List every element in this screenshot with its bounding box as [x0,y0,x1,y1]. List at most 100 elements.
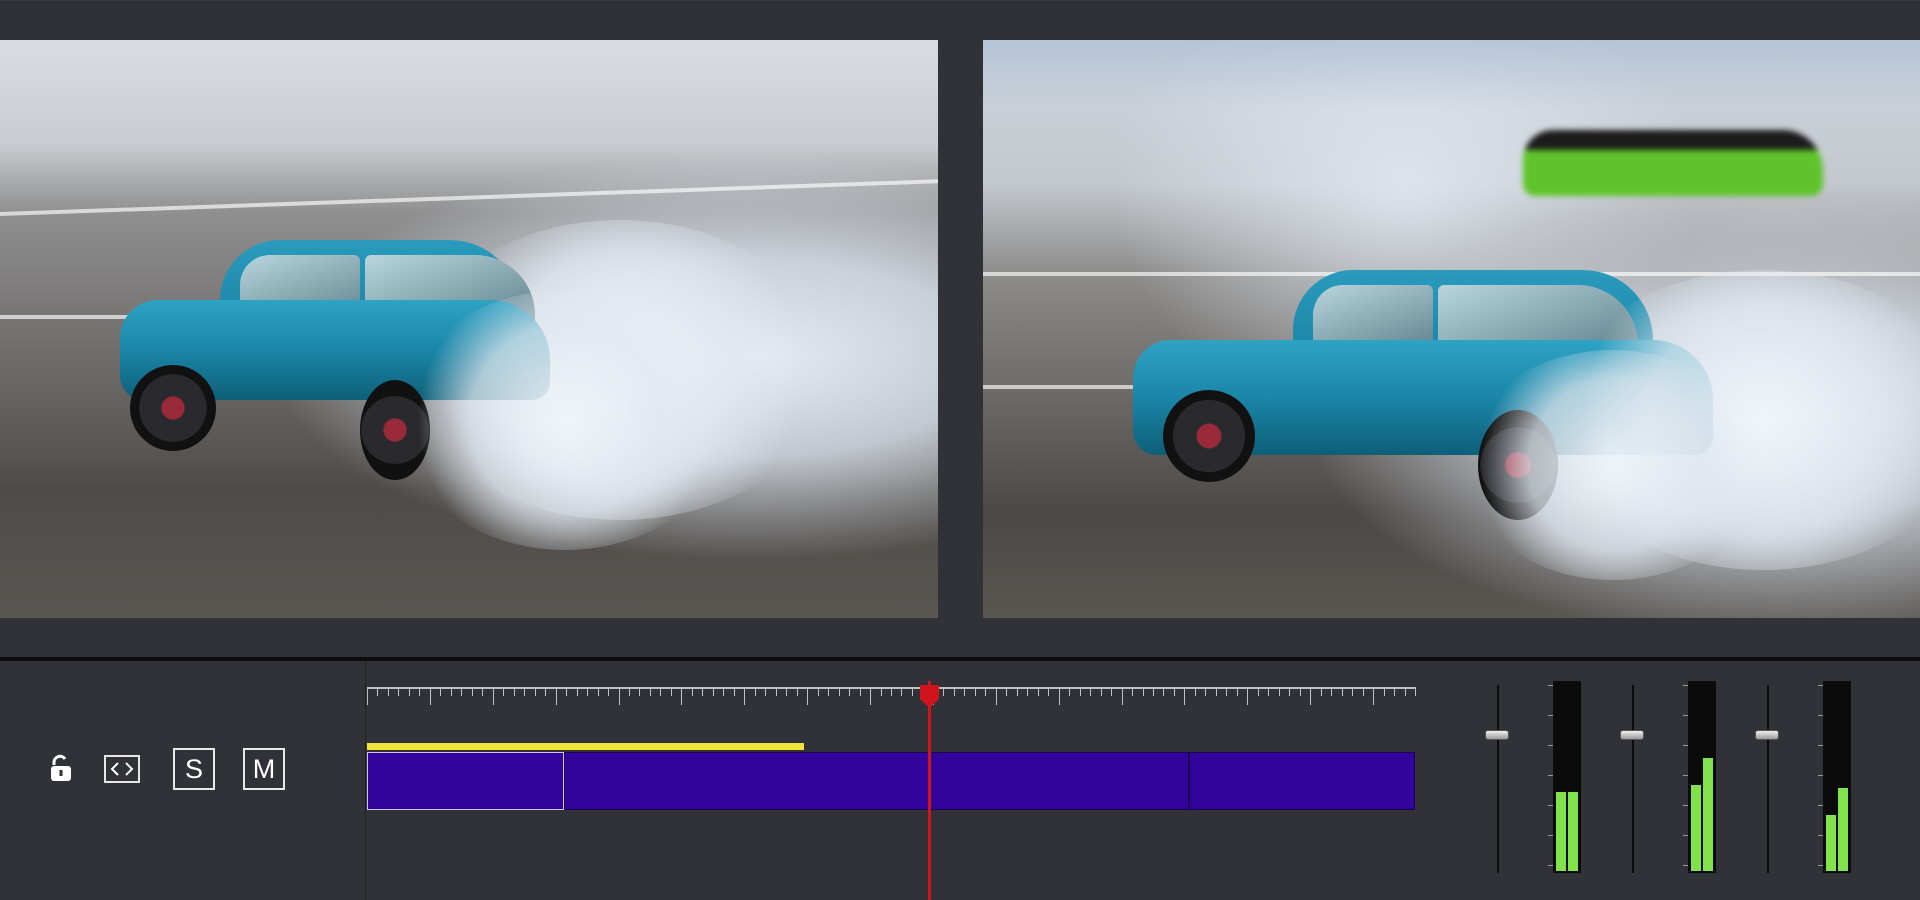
meter-scale-tick [1683,715,1688,716]
fader-track[interactable] [1767,685,1769,873]
ruler-tick [1195,687,1196,696]
ruler-tick [1143,687,1144,696]
ruler-tick [1080,687,1081,696]
ruler-tick [1226,687,1227,696]
fader-track[interactable] [1632,685,1634,873]
ruler-tick [1331,687,1332,696]
ruler-tick [545,687,546,696]
ruler-tick [1038,687,1039,696]
ruler-tick [660,687,661,696]
ruler-tick [514,687,515,696]
ruler-tick [398,687,399,696]
meter-scale-tick [1818,805,1823,806]
background-car-image [1523,130,1823,196]
ruler-tick [472,687,473,696]
meter-level-bar [1703,758,1713,871]
playhead-line[interactable] [928,681,931,900]
volume-fader-knob[interactable] [1485,730,1509,740]
ruler-tick [1405,687,1406,696]
ruler-tick [482,687,483,696]
ruler-tick [681,687,682,705]
ruler-tick [503,687,504,696]
ruler-tick [650,687,651,696]
ruler-tick [964,687,965,696]
meter-scale-tick [1683,835,1688,836]
ruler-tick [1258,687,1259,696]
meter-scale-tick [1548,835,1553,836]
ruler-tick [765,687,766,696]
ruler-tick [818,687,819,696]
ruler-tick [1247,687,1248,705]
ruler-tick [807,687,808,705]
ruler-tick [461,687,462,696]
ruler-tick [1017,687,1018,696]
ruler-tick [1415,687,1416,696]
ruler-tick [891,687,892,696]
ruler-tick [409,687,410,696]
mute-button[interactable]: M [243,748,285,790]
ruler-tick [1342,687,1343,696]
source-frame [0,40,938,618]
solo-button[interactable]: S [173,748,215,790]
meter-scale-tick [1548,715,1553,716]
ruler-tick [535,687,536,696]
ruler-tick [912,687,913,696]
ruler-tick [629,687,630,696]
meter-level-bar [1691,785,1701,871]
ruler-tick [1352,687,1353,696]
ruler-tick [440,687,441,696]
meter-scale-tick [1548,745,1553,746]
ruler-tick [608,687,609,696]
ruler-tick [776,687,777,696]
program-frame [983,40,1920,618]
meter-scale-tick [1818,865,1823,866]
viewer-toolbar [0,0,1920,41]
source-monitor[interactable] [0,40,938,618]
ruler-tick [639,687,640,696]
level-meter [1818,681,1851,873]
ruler-tick [744,687,745,705]
clip-2[interactable] [564,752,1189,810]
ruler-tick [828,687,829,696]
ruler-tick [1321,687,1322,696]
playhead-handle-icon[interactable] [918,683,941,709]
program-monitor[interactable] [983,40,1920,618]
ruler-tick [587,687,588,696]
ruler-tick [901,687,902,696]
time-ruler[interactable] [367,683,1416,707]
meter-scale-tick [1683,745,1688,746]
meter-scale-tick [1818,685,1823,686]
fader-track[interactable] [1497,685,1499,873]
ruler-tick [388,687,389,696]
ruler-tick [755,687,756,696]
ruler-tick [1384,687,1385,696]
ruler-tick [1216,687,1217,696]
lock-icon[interactable] [46,753,76,783]
meter-scale-tick [1818,745,1823,746]
ruler-tick [996,687,997,705]
volume-fader-knob[interactable] [1755,730,1779,740]
meter-level-bar [1826,815,1836,871]
level-meter [1683,681,1716,873]
ruler-tick [1122,687,1123,705]
volume-fader-knob[interactable] [1620,730,1644,740]
sync-lock-icon[interactable] [104,755,140,783]
clip-3[interactable] [1189,752,1415,810]
ruler-tick [1268,687,1269,696]
ruler-tick [1205,687,1206,696]
ruler-tick [671,687,672,696]
meter-level-bar [1838,788,1848,871]
ruler-tick [493,687,494,705]
in-out-range-bar[interactable] [367,743,804,750]
meter-scale-tick [1818,775,1823,776]
ruler-tick [430,687,431,705]
clip-1[interactable] [367,752,564,810]
ruler-tick [985,687,986,696]
ruler-tick [1111,687,1112,696]
ruler-tick [1394,687,1395,696]
ruler-tick [734,687,735,696]
ruler-tick [1090,687,1091,696]
ruler-tick [786,687,787,696]
meter-scale-tick [1548,865,1553,866]
meter-scale-tick [1548,775,1553,776]
